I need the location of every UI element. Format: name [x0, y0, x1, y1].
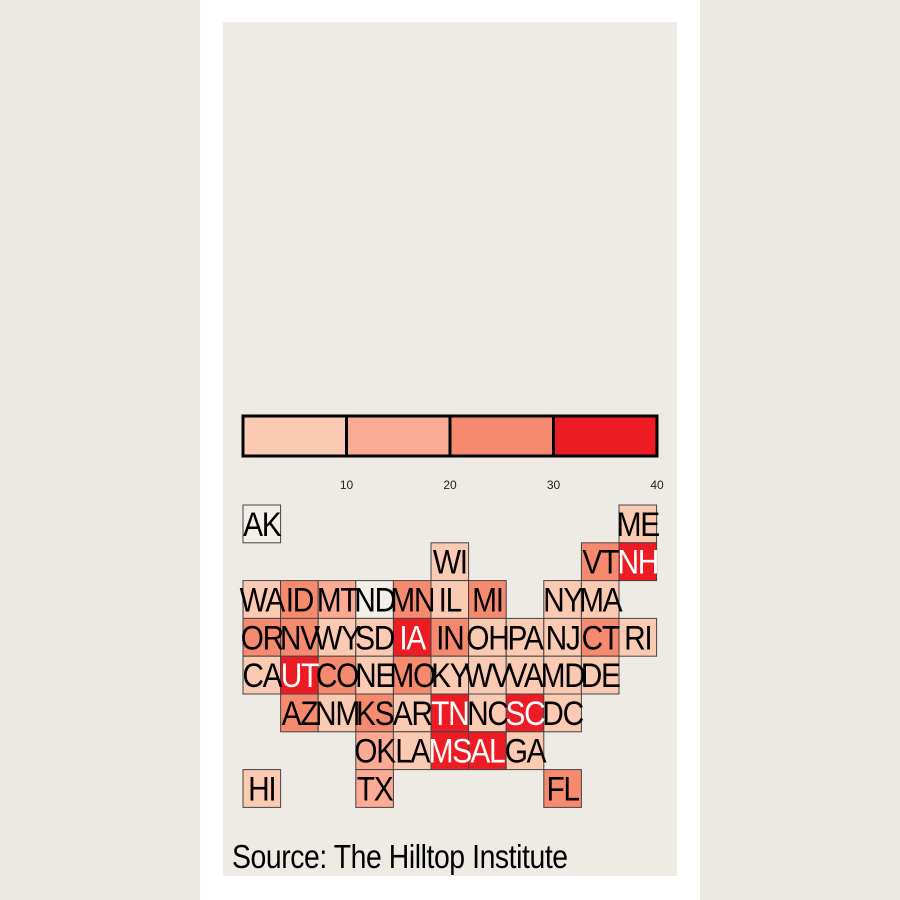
tile-label-ok: OK — [354, 732, 396, 770]
tile-label-tn: TN — [431, 694, 468, 732]
legend-swatch-4 — [552, 414, 659, 458]
tile-label-id: ID — [286, 581, 314, 619]
legend-tick-label: 40 — [650, 478, 664, 492]
tile-label-ca: CA — [242, 656, 283, 694]
tile-label-nd: ND — [354, 581, 395, 619]
tile-label-wi: WI — [433, 543, 467, 581]
tile-label-nh: NH — [618, 543, 659, 581]
tile-label-wv: WV — [465, 656, 512, 694]
tile-label-ut: UT — [281, 656, 319, 694]
tile-label-il: IL — [439, 581, 462, 619]
tile-label-me: ME — [617, 505, 659, 543]
tile-label-co: CO — [316, 656, 359, 694]
tile-label-mn: MN — [390, 581, 434, 619]
tile-label-ms: MS — [429, 732, 471, 770]
tile-label-va: VA — [507, 656, 544, 694]
legend-tick-label: 20 — [443, 478, 457, 492]
tile-label-ks: KS — [356, 694, 393, 732]
tile-label-ny: NY — [543, 581, 583, 619]
tile-map-chart: 10 20 30 40AK MEWI VT NHWA ID MTNDMN IL MI NYMAORNV… — [240, 414, 664, 808]
tile-label-fl: FL — [546, 770, 579, 808]
legend-swatch-2 — [345, 414, 452, 458]
tile-label-de: DE — [581, 656, 620, 694]
tile-label-ne: NE — [355, 656, 394, 694]
tile-label-in: IN — [436, 619, 463, 657]
tile-label-ri: RI — [624, 619, 651, 657]
tile-label-ia: IA — [399, 619, 427, 657]
tile-label-sd: SD — [355, 619, 394, 657]
tile-label-oh: OH — [466, 619, 508, 657]
legend-swatch-1 — [241, 414, 348, 458]
tile-label-pa: PA — [507, 619, 544, 657]
tile-label-ak: AK — [243, 505, 281, 543]
tile-label-nj: NJ — [546, 619, 580, 657]
tile-label-ga: GA — [505, 732, 547, 770]
tile-label-hi: HI — [248, 770, 275, 808]
tile-label-wy: WY — [314, 619, 361, 657]
tile-label-wa: WA — [240, 581, 286, 619]
tile-label-ma: MA — [579, 581, 623, 619]
tile-label-mo: MO — [389, 656, 435, 694]
tile-label-ct: CT — [582, 619, 620, 657]
tile-label-nc: NC — [467, 694, 508, 732]
source-note: Source: The Hilltop Institute — [232, 838, 568, 875]
tile-label-tx: TX — [357, 770, 394, 808]
tile-label-nm: NM — [315, 694, 359, 732]
tile-label-or: OR — [241, 619, 283, 657]
tile-label-ar: AR — [393, 694, 432, 732]
tile-label-mt: MT — [317, 581, 358, 619]
tile-label-mi: MI — [472, 581, 503, 619]
tile-label-sc: SC — [506, 694, 545, 732]
tile-label-ky: KY — [431, 656, 469, 694]
tile-label-la: LA — [395, 732, 431, 770]
tile-label-md: MD — [541, 656, 585, 694]
tile-label-al: AL — [470, 732, 505, 770]
tile-label-vt: VT — [582, 543, 618, 581]
legend-swatch-3 — [448, 414, 555, 458]
legend-tick-label: 10 — [340, 478, 354, 492]
tile-label-dc: DC — [542, 694, 583, 732]
legend-tick-label: 30 — [547, 478, 561, 492]
tile-label-az: AZ — [282, 694, 318, 732]
